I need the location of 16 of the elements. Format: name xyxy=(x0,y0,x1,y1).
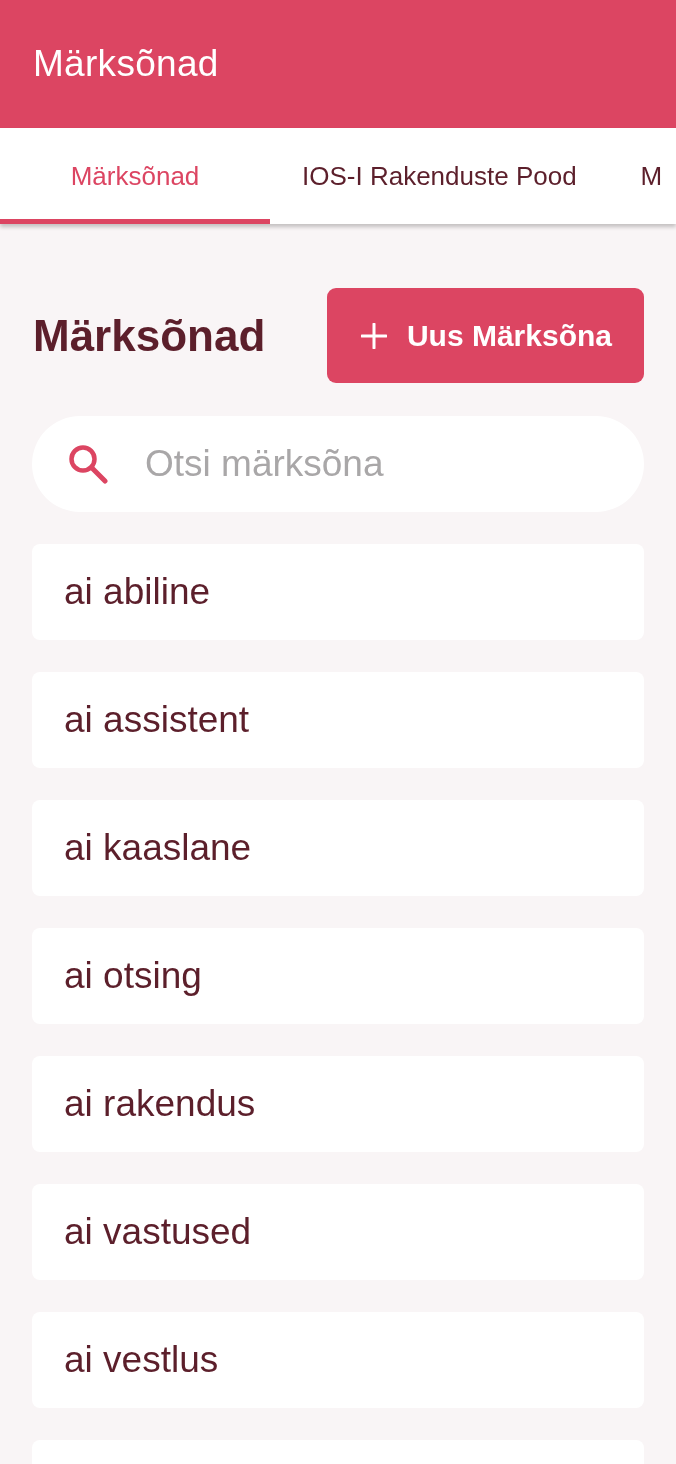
tab[interactable]: M xyxy=(608,128,676,224)
keyword-item[interactable]: ai abiline xyxy=(32,544,644,640)
search-icon xyxy=(68,444,108,484)
keyword-item[interactable]: ai vestlus xyxy=(32,1312,644,1408)
search-field[interactable]: Otsi märksõna xyxy=(32,416,644,512)
keyword-item[interactable]: ai kaaslane xyxy=(32,800,644,896)
keyword-item[interactable]: ai vastused xyxy=(32,1184,644,1280)
app-title: Märksõnad xyxy=(33,43,219,85)
keyword-item[interactable]: ai rakendus xyxy=(32,1056,644,1152)
tab[interactable]: Märksõnad xyxy=(0,128,270,224)
keyword-item[interactable]: ai otsing xyxy=(32,928,644,1024)
tab[interactable]: IOS-I Rakenduste Pood xyxy=(270,128,609,224)
page-heading: Märksõnad xyxy=(33,310,266,361)
plus-icon xyxy=(360,322,387,349)
new-keyword-button[interactable]: Uus Märksõna xyxy=(326,288,644,383)
keyword-item[interactable]: ai assistent xyxy=(32,672,644,768)
